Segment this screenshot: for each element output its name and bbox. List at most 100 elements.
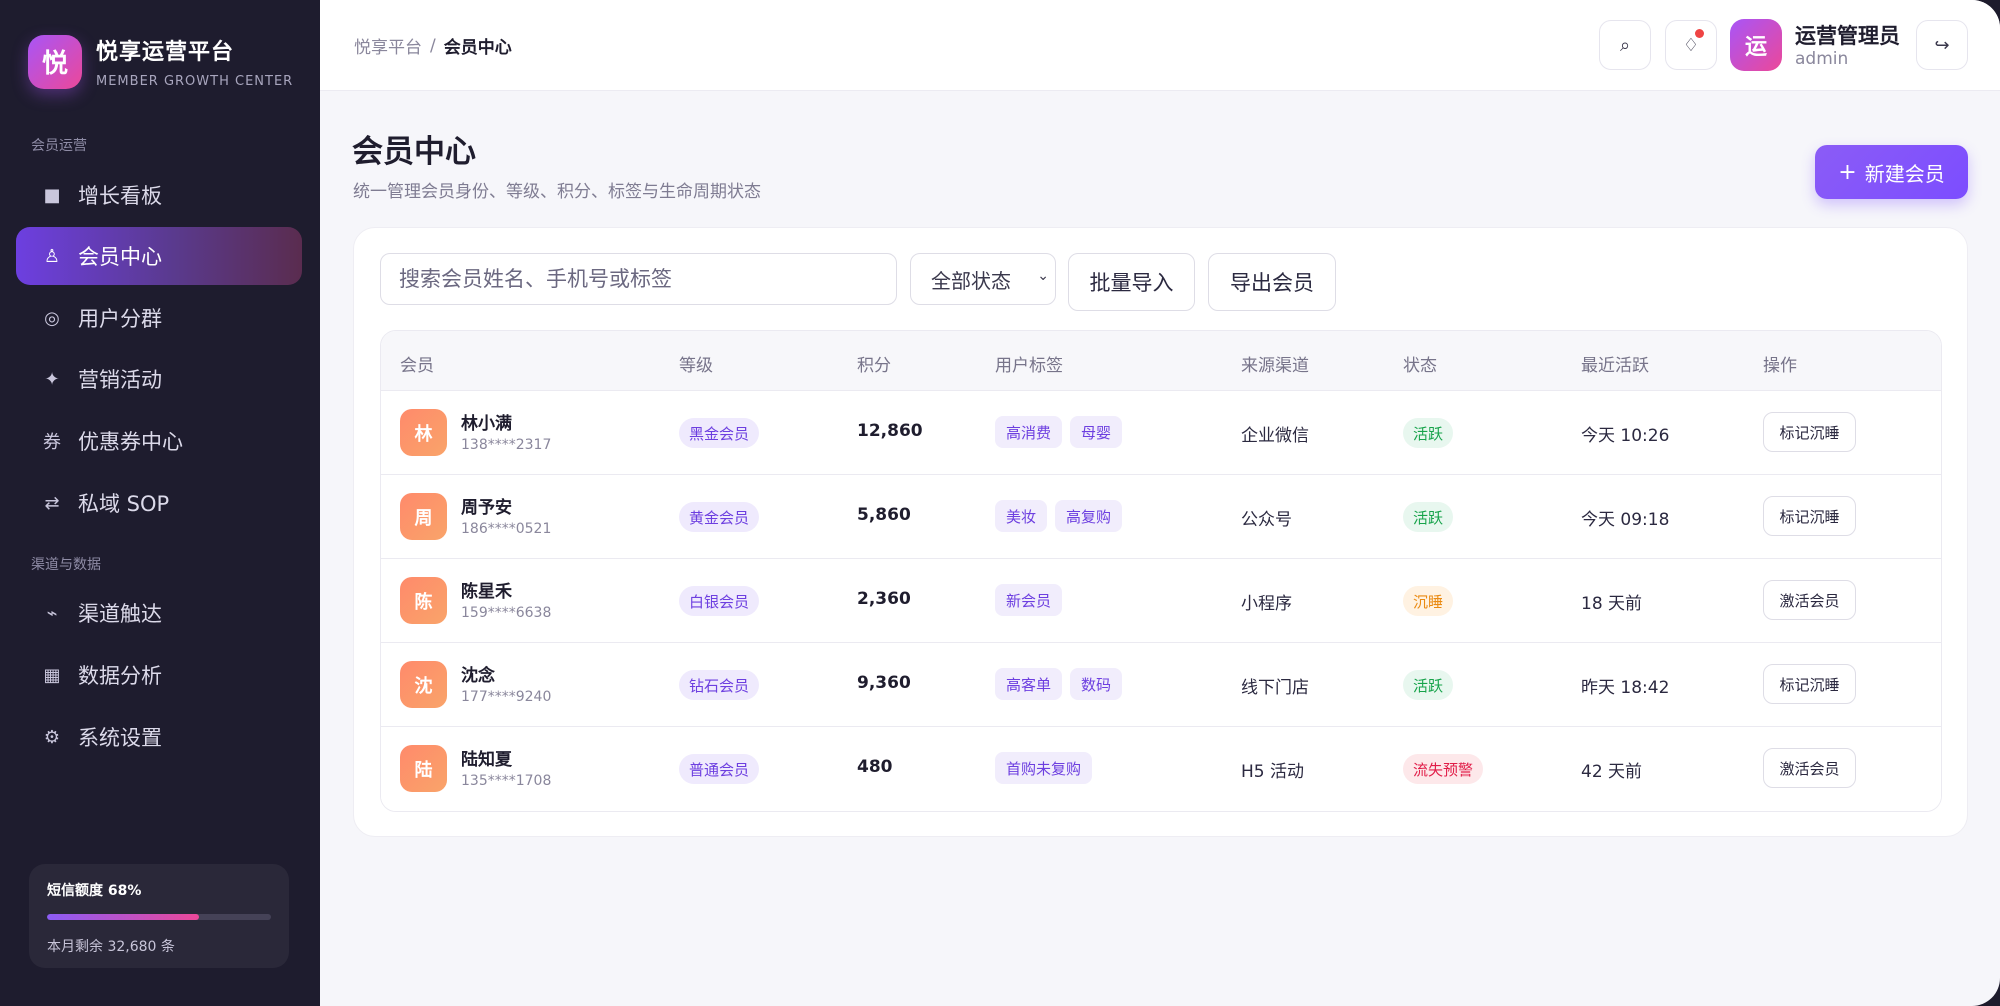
brand-name: 悦享运营平台 [96, 40, 235, 65]
table-row[interactable]: 林 林小满 138****2317 黑金会员 12,860 高消费 母婴 企业微… [381, 391, 1941, 475]
member-recent-active: 18 天前 [1581, 594, 1643, 614]
sidebar-item-data-analysis[interactable]: ▦ 数据分析 [16, 646, 302, 704]
member-tags: 美妆 高复购 [995, 500, 1130, 532]
column-header-member[interactable]: 会员 [400, 351, 434, 376]
sidebar: 悦 悦享运营平台 MEMBER GROWTH CENTER 会员运营 ■ 增长看… [0, 0, 320, 1006]
user-avatar[interactable]: 运 [1730, 19, 1782, 71]
member-status-badge: 流失预警 [1403, 754, 1484, 784]
member-tag: 美妆 [995, 500, 1048, 532]
mark-dormant-button[interactable]: 标记沉睡 [1763, 412, 1856, 452]
top-header: 悦享平台 / 会员中心 ⌕ ♢ 运 运营管理员 admin ↪ [320, 0, 2000, 91]
breadcrumb-separator: / [430, 35, 436, 56]
member-recent-active: 今天 09:18 [1581, 510, 1670, 530]
sidebar-item-growth-dashboard[interactable]: ■ 增长看板 [16, 166, 302, 224]
sidebar-item-label: 增长看板 [78, 184, 162, 208]
export-members-button[interactable]: 导出会员 [1208, 253, 1336, 311]
breadcrumb-root[interactable]: 悦享平台 [354, 33, 422, 58]
member-level-badge: 普通会员 [679, 754, 760, 784]
page-title: 会员中心 [352, 134, 476, 170]
member-level-badge: 黑金会员 [679, 418, 760, 448]
new-member-button[interactable]: + 新建会员 [1815, 145, 1968, 199]
member-level-badge: 白银会员 [679, 586, 760, 616]
notification-dot [1695, 29, 1704, 38]
chevron-down-icon: ⌄ [1037, 268, 1049, 284]
header-search-button[interactable]: ⌕ [1599, 20, 1651, 70]
activate-member-button[interactable]: 激活会员 [1763, 580, 1856, 620]
mark-dormant-button[interactable]: 标记沉睡 [1763, 496, 1856, 536]
sidebar-item-coupons[interactable]: 券 优惠券中心 [16, 412, 302, 470]
brand-logo: 悦 [28, 34, 82, 89]
sms-quota-remaining: 本月剩余 32,680 条 [47, 939, 175, 955]
column-header-channel[interactable]: 来源渠道 [1241, 351, 1309, 376]
brand: 悦 悦享运营平台 MEMBER GROWTH CENTER [28, 34, 293, 89]
member-status-badge: 活跃 [1403, 502, 1454, 532]
column-header-points[interactable]: 积分 [857, 351, 891, 376]
member-tag: 新会员 [995, 584, 1063, 616]
coupon-icon: 券 [43, 432, 61, 453]
plus-icon: + [1838, 159, 1857, 185]
column-header-recent[interactable]: 最近活跃 [1581, 351, 1649, 376]
sidebar-item-user-segments[interactable]: ◎ 用户分群 [16, 289, 302, 347]
table-row[interactable]: 陆 陆知夏 135****1708 普通会员 480 首购未复购 H5 活动 流… [381, 727, 1941, 811]
member-channel: 小程序 [1241, 594, 1292, 614]
member-status-badge: 活跃 [1403, 418, 1454, 448]
member-avatar: 陆 [400, 745, 447, 792]
member-tag: 高复购 [1055, 500, 1123, 532]
member-tag: 母婴 [1070, 416, 1123, 448]
member-phone: 138****2317 [461, 437, 552, 453]
column-header-tags[interactable]: 用户标签 [995, 351, 1063, 376]
member-name: 陆知夏 [461, 750, 512, 770]
member-recent-active: 今天 10:26 [1581, 426, 1670, 446]
new-member-button-label: 新建会员 [1864, 161, 1945, 186]
sms-quota-progress-fill [47, 914, 200, 920]
table-row[interactable]: 周 周予安 186****0521 黄金会员 5,860 美妆 高复购 公众号 … [381, 475, 1941, 559]
member-phone: 159****6638 [461, 605, 552, 621]
sidebar-item-label: 用户分群 [78, 307, 162, 331]
sidebar-item-private-sop[interactable]: ⇄ 私域 SOP [16, 474, 302, 532]
member-search-input[interactable] [380, 253, 897, 305]
sidebar-item-marketing[interactable]: ✦ 营销活动 [16, 350, 302, 408]
bell-icon: ♢ [1682, 34, 1700, 56]
nav-group-channels-data: 渠道与数据 [31, 557, 101, 573]
member-icon: ♙ [43, 245, 61, 267]
activate-member-button[interactable]: 激活会员 [1763, 748, 1856, 788]
chart-icon: ▦ [43, 664, 61, 686]
member-list-card: 全部状态 ⌄ 批量导入 导出会员 会员 等级 积分 用户标签 来源渠道 状态 最… [353, 227, 1968, 837]
member-channel: 公众号 [1241, 510, 1292, 530]
app-window: 悦 悦享运营平台 MEMBER GROWTH CENTER 会员运营 ■ 增长看… [0, 0, 2000, 1006]
column-header-actions: 操作 [1763, 356, 1797, 376]
member-tags: 高消费 母婴 [995, 416, 1130, 448]
member-tags: 高客单 数码 [995, 668, 1130, 700]
column-header-level[interactable]: 等级 [679, 351, 713, 376]
member-recent-active: 42 天前 [1581, 762, 1643, 782]
member-channel: 企业微信 [1241, 426, 1309, 446]
table-row[interactable]: 沈 沈念 177****9240 钻石会员 9,360 高客单 数码 线下门店 … [381, 643, 1941, 727]
member-points: 2,360 [857, 589, 911, 609]
table-row[interactable]: 陈 陈星禾 159****6638 白银会员 2,360 新会员 小程序 沉睡 … [381, 559, 1941, 643]
member-status-badge: 活跃 [1403, 670, 1454, 700]
member-avatar: 陈 [400, 577, 447, 624]
sidebar-item-label: 会员中心 [78, 245, 162, 269]
member-avatar: 林 [400, 409, 447, 456]
sidebar-item-settings[interactable]: ⚙ 系统设置 [16, 708, 302, 766]
batch-import-button[interactable]: 批量导入 [1068, 253, 1195, 311]
member-phone: 177****9240 [461, 689, 552, 705]
sidebar-item-channel-reach[interactable]: ⌁ 渠道触达 [16, 584, 302, 642]
sidebar-item-member-center[interactable]: ♙ 会员中心 [16, 227, 302, 285]
member-status-badge: 沉睡 [1403, 586, 1454, 616]
user-name: 运营管理员 [1795, 24, 1900, 48]
sidebar-item-label: 营销活动 [78, 368, 162, 392]
mark-dormant-button[interactable]: 标记沉睡 [1763, 664, 1856, 704]
gear-icon: ⚙ [43, 726, 61, 748]
logout-icon: ↪ [1934, 34, 1950, 56]
notifications-button[interactable]: ♢ [1665, 20, 1717, 70]
logout-button[interactable]: ↪ [1916, 20, 1968, 70]
sync-icon: ⇄ [44, 492, 60, 514]
column-header-status[interactable]: 状态 [1403, 351, 1437, 376]
sms-quota-card: 短信额度 68% 本月剩余 32,680 条 [29, 864, 289, 968]
member-points: 5,860 [857, 505, 911, 525]
member-channel: H5 活动 [1241, 762, 1305, 782]
status-filter-select[interactable]: 全部状态 ⌄ [910, 253, 1056, 305]
sidebar-item-label: 私域 SOP [78, 492, 170, 516]
member-recent-active: 昨天 18:42 [1581, 678, 1670, 698]
